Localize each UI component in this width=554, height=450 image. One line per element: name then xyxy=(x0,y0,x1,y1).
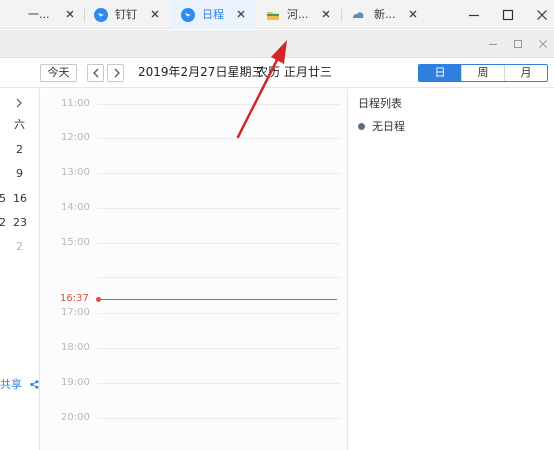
hour-gridline xyxy=(97,418,341,419)
tab-schedule[interactable]: 日程 xyxy=(172,0,256,29)
hour-gridline xyxy=(97,173,341,174)
calendar-toolbar: 今天 2019年2月27日星期三 农历 正月廿三 日 周 月 xyxy=(0,59,554,88)
share-link[interactable]: 共享 xyxy=(0,378,22,391)
maximize-icon[interactable] xyxy=(512,38,524,50)
view-day-button[interactable]: 日 xyxy=(419,65,461,81)
close-icon[interactable] xyxy=(149,8,161,20)
current-time-line xyxy=(99,299,337,300)
inner-window-bar xyxy=(0,30,554,58)
hour-label: 17:00 xyxy=(61,307,90,318)
current-time-label: 16:37 xyxy=(60,293,89,304)
hour-gridline xyxy=(97,104,341,105)
hour-gridline xyxy=(97,277,341,278)
hour-gridline xyxy=(97,348,341,349)
folder-icon xyxy=(267,12,279,20)
empty-schedule-text: 无日程 xyxy=(372,120,405,133)
mini-day-cell[interactable]: 2 xyxy=(0,216,6,229)
tab-label: 日程 xyxy=(202,8,224,21)
hour-label: 18:00 xyxy=(61,342,90,353)
share-icon[interactable] xyxy=(30,380,39,389)
next-day-button[interactable] xyxy=(107,64,124,82)
close-icon[interactable] xyxy=(235,8,247,20)
mini-calendar: 六 2 9 5 16 2 23 2 共享 xyxy=(0,89,40,450)
hour-label: 15:00 xyxy=(61,237,90,248)
close-icon[interactable] xyxy=(534,7,550,23)
hour-label: 11:00 xyxy=(61,98,90,109)
hour-gridline xyxy=(97,138,341,139)
view-switcher: 日 周 月 xyxy=(418,64,548,82)
mini-day-cell[interactable]: 16 xyxy=(13,192,27,205)
dingtalk-icon xyxy=(181,8,195,22)
chevron-right-icon[interactable] xyxy=(15,98,23,108)
mini-day-cell[interactable]: 2 xyxy=(16,240,23,253)
tab-doc[interactable]: 一... xyxy=(0,0,84,29)
chevron-left-icon xyxy=(93,68,99,78)
view-month-button[interactable]: 月 xyxy=(504,65,547,81)
minimize-icon[interactable] xyxy=(466,7,482,23)
tab-label: 钉钉 xyxy=(115,8,137,21)
mini-day-cell[interactable]: 5 xyxy=(0,192,6,205)
tab-folder[interactable]: 河... xyxy=(257,0,341,29)
schedule-list-panel: 日程列表 无日程 xyxy=(347,89,554,450)
mini-day-cell[interactable]: 2 xyxy=(16,143,23,156)
hour-label: 20:00 xyxy=(61,412,90,423)
hour-gridline xyxy=(97,208,341,209)
hour-gridline xyxy=(97,313,341,314)
hour-gridline xyxy=(97,383,341,384)
browser-tab-bar: 一... 钉钉 日程 河... 新... xyxy=(0,0,554,29)
mini-day-cell[interactable]: 9 xyxy=(16,167,23,180)
hour-label: 13:00 xyxy=(61,167,90,178)
schedule-list-title: 日程列表 xyxy=(358,97,402,110)
close-icon[interactable] xyxy=(320,8,332,20)
bullet-dot xyxy=(358,123,365,130)
hour-gridline xyxy=(97,243,341,244)
lunar-date: 农历 正月廿三 xyxy=(256,65,332,79)
mini-day-cell[interactable]: 23 xyxy=(13,216,27,229)
hour-label: 19:00 xyxy=(61,377,90,388)
close-icon[interactable] xyxy=(407,8,419,20)
hour-label: 14:00 xyxy=(61,202,90,213)
tab-label: 一... xyxy=(28,8,50,21)
hour-label: 12:00 xyxy=(61,132,90,143)
tab-new[interactable]: 新... xyxy=(342,0,428,29)
dingtalk-icon xyxy=(94,8,108,22)
close-icon[interactable] xyxy=(64,8,76,20)
cloud-icon xyxy=(353,12,364,18)
tab-label: 河... xyxy=(287,8,309,21)
tab-dingtalk[interactable]: 钉钉 xyxy=(85,0,172,29)
close-icon[interactable] xyxy=(537,38,549,50)
current-date: 2019年2月27日星期三 xyxy=(138,65,264,79)
weekday-header: 六 xyxy=(14,118,25,131)
view-week-button[interactable]: 周 xyxy=(461,65,504,81)
prev-day-button[interactable] xyxy=(87,64,104,82)
chevron-right-icon xyxy=(114,68,120,78)
today-button[interactable]: 今天 xyxy=(40,64,77,82)
day-time-grid[interactable]: 11:00 12:00 13:00 14:00 15:00 16:37 17:0… xyxy=(41,89,347,450)
minimize-icon[interactable] xyxy=(487,38,499,50)
maximize-icon[interactable] xyxy=(500,7,516,23)
tab-label: 新... xyxy=(374,8,396,21)
